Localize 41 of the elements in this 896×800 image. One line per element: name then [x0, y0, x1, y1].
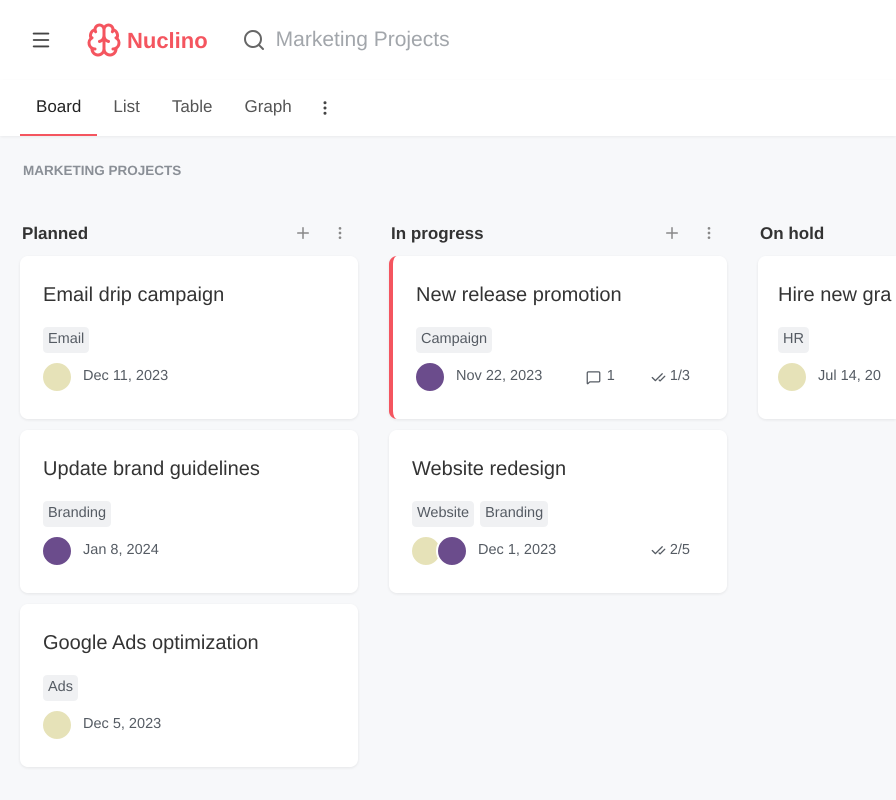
card[interactable]: Update brand guidelines Branding Jan 8, 2024	[20, 430, 358, 593]
card-title: Hire new gra	[778, 283, 892, 308]
card-title: Update brand guidelines	[43, 457, 261, 482]
due-date: Jul 14, 20	[818, 367, 881, 386]
column-title: Planned	[22, 222, 88, 244]
tag: Website	[412, 501, 474, 527]
checklist-count: 1/3	[670, 367, 690, 386]
logo-text: Nuclino	[127, 26, 208, 54]
card-title: Email drip campaign	[43, 283, 226, 308]
tag: Campaign	[416, 327, 492, 353]
card[interactable]: Hire new gra HR Jul 14, 20	[758, 256, 896, 419]
card-title: New release promotion	[416, 283, 623, 308]
card-title: Website redesign	[412, 457, 568, 482]
comment-icon	[586, 370, 601, 384]
card[interactable]: Email drip campaign Email Dec 11, 2023	[20, 256, 358, 419]
column-title: On hold	[760, 222, 824, 244]
tag: Branding	[43, 501, 112, 527]
tab[interactable]: List	[97, 80, 156, 136]
comment-count: 1	[606, 367, 615, 386]
card-title: Google Ads optimization	[43, 630, 260, 656]
search-field[interactable]: Marketing Projects	[276, 24, 536, 56]
card[interactable]: Google Ads optimization Ads Dec 5, 2023	[20, 604, 358, 766]
due-date: Dec 1, 2023	[478, 540, 556, 560]
due-date: Dec 11, 2023	[83, 367, 168, 386]
due-date: Dec 5, 2023	[83, 714, 162, 734]
checklist-count: 2/5	[670, 540, 690, 560]
due-date: Nov 22, 2023	[456, 367, 542, 386]
tab[interactable]: Table	[156, 80, 228, 136]
tag: Ads	[43, 674, 78, 700]
tab[interactable]: Board	[20, 80, 98, 136]
tag: Branding	[480, 501, 548, 527]
brain-logo-icon	[86, 22, 122, 58]
tag: Email	[43, 327, 90, 353]
search-icon[interactable]	[242, 28, 266, 52]
tag: HR	[778, 327, 809, 353]
tab[interactable]: Graph	[228, 80, 308, 136]
card[interactable]: New release promotion Campaign Nov 22, 2023 1 1/3	[389, 256, 727, 419]
board-title: MARKETING PROJECTS	[23, 162, 182, 180]
column-title: In progress	[391, 222, 484, 245]
due-date: Jan 8, 2024	[83, 540, 159, 560]
card[interactable]: Website redesign Website Branding Dec 1, 2023 2/5	[389, 430, 727, 593]
